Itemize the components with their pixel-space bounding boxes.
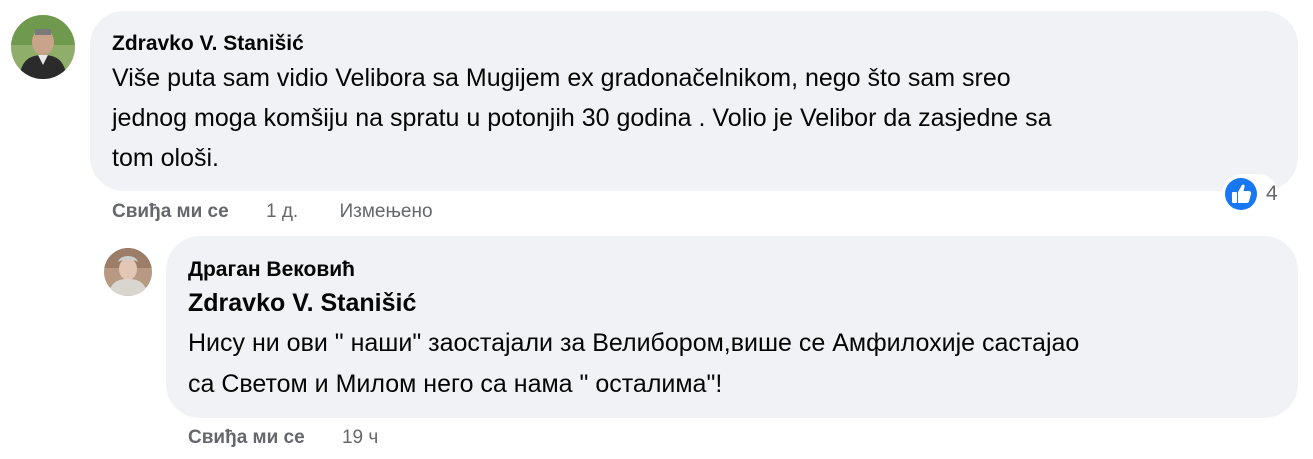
- reply-text-line-1: Нису ни ови " наши" заостајали за Велибо…: [188, 329, 1080, 357]
- edited-label[interactable]: Измењено: [339, 201, 432, 223]
- comment-author[interactable]: Zdravko V. Stanišić: [112, 32, 304, 56]
- reply-mention[interactable]: Zdravko V. Stanišić: [188, 289, 416, 318]
- like-icon: [1222, 175, 1260, 213]
- reply-actions: Свиђа ми се 19 ч: [188, 427, 378, 449]
- comment-text-line-3: tom ološi.: [112, 144, 219, 172]
- reply-text-line-2: са Светом и Милом него са нама " осталим…: [188, 370, 723, 398]
- reaction-count: 4: [1266, 182, 1278, 205]
- like-button[interactable]: Свиђа ми се: [188, 427, 305, 449]
- reply-author[interactable]: Драган Вековић: [188, 258, 355, 282]
- reaction-summary[interactable]: 4: [1222, 174, 1278, 214]
- comment-thread: Zdravko V. Stanišić Više puta sam vidio …: [0, 0, 1313, 459]
- comment-timestamp[interactable]: 1 д.: [266, 201, 298, 223]
- avatar[interactable]: [104, 248, 152, 296]
- comment-text-line-1: Više puta sam vidio Velibora sa Mugijem …: [112, 64, 1011, 92]
- like-button[interactable]: Свиђа ми се: [112, 201, 229, 223]
- comment-actions: Свиђа ми се 1 д. Измењено: [112, 201, 433, 223]
- avatar[interactable]: [11, 15, 75, 79]
- reply-timestamp[interactable]: 19 ч: [342, 427, 378, 449]
- comment-text-line-2: jednog moga komšiju na spratu u potonjih…: [112, 104, 1052, 132]
